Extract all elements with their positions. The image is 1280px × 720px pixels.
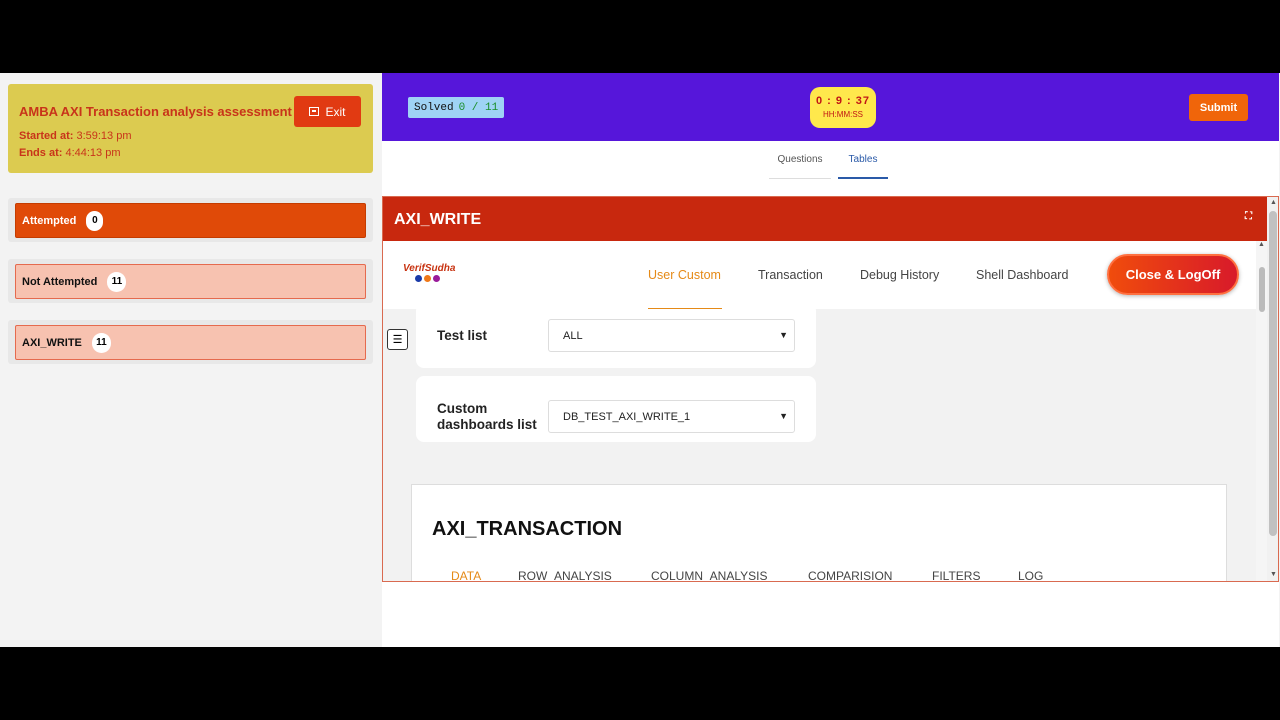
- panel-title: AXI_WRITE: [394, 211, 482, 228]
- panel-content: ☰ Test list ALL ▼ Custom dashboards list…: [383, 309, 1256, 581]
- chevron-down-icon: ▼: [779, 411, 788, 421]
- inner-scroll-thumb[interactable]: [1259, 267, 1265, 312]
- nav-user-custom[interactable]: User Custom: [648, 268, 721, 282]
- transaction-title: AXI_TRANSACTION: [432, 518, 623, 540]
- dashboards-value: DB_TEST_AXI_WRITE_1: [563, 410, 691, 423]
- nav-debug-history[interactable]: Debug History: [860, 268, 939, 282]
- exit-icon: [309, 107, 320, 116]
- verifsudha-logo: VerifSudha: [403, 263, 455, 282]
- ends-label: Ends at:: [19, 147, 63, 159]
- timer-format: HH:MM:SS: [823, 110, 863, 119]
- stat-not-attempted[interactable]: Not Attempted 11: [15, 264, 366, 299]
- solved-counter: Solved 0 / 11: [408, 97, 505, 118]
- transaction-card: AXI_TRANSACTION DATA ROW_ANALYSIS COLUMN…: [411, 484, 1227, 581]
- stat-attempted-wrap: Attempted 0: [8, 198, 373, 242]
- scroll-up-icon[interactable]: ▲: [1258, 241, 1265, 248]
- test-list-label: Test list: [437, 328, 488, 343]
- close-logoff-button[interactable]: Close & LogOff: [1107, 254, 1239, 295]
- count-badge: 0: [86, 210, 104, 231]
- started-label: Started at:: [19, 130, 74, 142]
- nav-shell-dashboard[interactable]: Shell Dashboard: [976, 268, 1068, 282]
- tab-data[interactable]: DATA: [451, 569, 481, 581]
- timer-value: 0 : 9 : 37: [815, 95, 871, 107]
- exit-button[interactable]: Exit: [294, 96, 361, 127]
- dashboards-card: Custom dashboards list DB_TEST_AXI_WRITE…: [416, 376, 816, 442]
- menu-icon[interactable]: ☰: [387, 329, 408, 350]
- solved-label: Solved: [414, 101, 454, 114]
- tab-tables[interactable]: Tables: [838, 141, 888, 179]
- page-bottom-area: [382, 582, 1279, 647]
- top-bar: Solved 0 / 11 0 : 9 : 37 HH:MM:SS Submit: [382, 73, 1279, 141]
- sidebar: AMBA AXI Transaction analysis assessment…: [0, 73, 382, 647]
- expand-icon[interactable]: ⛶: [1245, 211, 1255, 222]
- tab-filters[interactable]: FILTERS: [932, 569, 980, 581]
- tab-comparision[interactable]: COMPARISION: [808, 569, 892, 581]
- exit-label: Exit: [325, 104, 346, 119]
- tab-questions[interactable]: Questions: [769, 141, 831, 179]
- stat-label: Attempted: [22, 214, 77, 227]
- test-list-card: Test list ALL ▼: [416, 309, 816, 368]
- count-badge: 11: [91, 332, 111, 353]
- scroll-up-icon[interactable]: ▲: [1270, 199, 1277, 206]
- tab-log[interactable]: LOG: [1018, 569, 1043, 581]
- stat-label: AXI_WRITE: [22, 336, 82, 349]
- stat-attempted[interactable]: Attempted 0: [15, 203, 366, 238]
- tab-column-analysis[interactable]: COLUMN_ANALYSIS: [651, 569, 767, 581]
- panel-scroll-thumb[interactable]: [1269, 211, 1277, 536]
- started-at: Started at: 3:59:13 pm: [19, 130, 132, 142]
- tab-bar: Questions Tables: [382, 141, 1279, 197]
- test-list-value: ALL: [563, 329, 583, 342]
- started-value: 3:59:13 pm: [76, 130, 132, 142]
- app-nav: VerifSudha User Custom Transaction Debug…: [383, 241, 1256, 309]
- logo-text: VerifSudha: [403, 263, 456, 274]
- solved-value: 0 / 11: [458, 101, 499, 114]
- table-panel: AXI_WRITE ⛶ VerifSudha User Custom Trans…: [382, 196, 1279, 582]
- panel-scrollbar[interactable]: ▲ ▼: [1267, 197, 1278, 581]
- nav-transaction[interactable]: Transaction: [758, 268, 823, 282]
- ends-value: 4:44:13 pm: [65, 147, 121, 159]
- count-badge: 11: [107, 271, 127, 292]
- chevron-down-icon: ▼: [779, 330, 788, 340]
- submit-button[interactable]: Submit: [1189, 94, 1248, 121]
- stat-axi-write[interactable]: AXI_WRITE 11: [15, 325, 366, 360]
- dashboards-select[interactable]: DB_TEST_AXI_WRITE_1 ▼: [548, 400, 795, 433]
- stat-axi-write-wrap: AXI_WRITE 11: [8, 320, 373, 364]
- ends-at: Ends at: 4:44:13 pm: [19, 147, 121, 159]
- scroll-down-icon[interactable]: ▼: [1270, 571, 1277, 578]
- panel-header: AXI_WRITE ⛶: [383, 197, 1267, 241]
- assessment-card: AMBA AXI Transaction analysis assessment…: [8, 84, 373, 173]
- test-list-select[interactable]: ALL ▼: [548, 319, 795, 352]
- stat-not-attempted-wrap: Not Attempted 11: [8, 259, 373, 303]
- logo-dots-icon: [415, 275, 455, 282]
- tab-row-analysis[interactable]: ROW_ANALYSIS: [518, 569, 612, 581]
- assessment-title: AMBA AXI Transaction analysis assessment: [19, 104, 292, 119]
- app-screen: AMBA AXI Transaction analysis assessment…: [0, 73, 1280, 647]
- stat-label: Not Attempted: [22, 275, 98, 288]
- dashboards-label: Custom dashboards list: [437, 401, 537, 432]
- countdown-timer: 0 : 9 : 37 HH:MM:SS: [810, 87, 876, 128]
- inner-scrollbar[interactable]: ▲: [1256, 241, 1267, 581]
